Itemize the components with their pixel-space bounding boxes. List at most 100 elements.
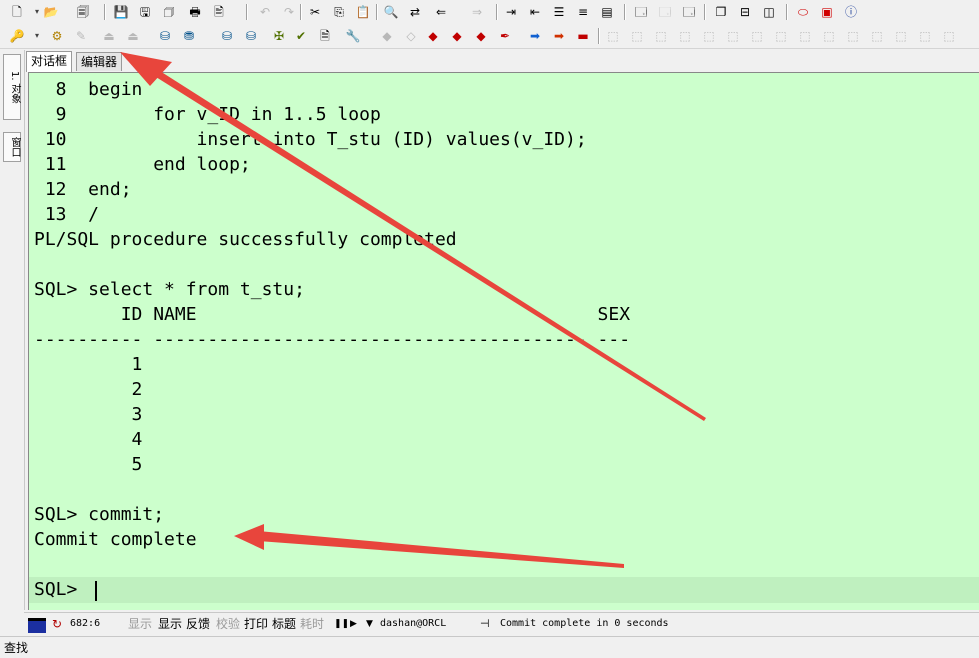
play-icon[interactable]: ▶ (350, 615, 357, 633)
pause-icon[interactable]: ❚❚ (334, 615, 349, 633)
nav-icon[interactable]: ⬚ (604, 27, 622, 45)
tile-icon[interactable]: ⊟ (736, 3, 754, 21)
window-icon[interactable]: 🗔 (632, 3, 650, 21)
indent-icon[interactable]: ⇥ (502, 3, 520, 21)
run-icon[interactable]: ⏏ (100, 27, 118, 45)
multi-icon[interactable]: ◆ (448, 27, 466, 45)
print-preview-icon[interactable]: 🖹 (210, 3, 228, 21)
cut-icon[interactable]: ✂ (306, 3, 324, 21)
eraser-icon[interactable]: ◆ (378, 27, 396, 45)
nav2-icon[interactable]: ⬚ (628, 27, 646, 45)
pin-icon[interactable]: ✎ (72, 27, 90, 45)
status-message: Commit complete in 0 seconds (500, 618, 669, 629)
nav7-icon[interactable]: ⬚ (748, 27, 766, 45)
terminal-line: 5 (34, 454, 143, 475)
find-icon[interactable]: 🔍 (382, 3, 400, 21)
uncomment-icon[interactable]: ≡ (574, 3, 592, 21)
doc-icon[interactable]: 🗎 (316, 27, 334, 45)
terminal-line: 1 (34, 354, 143, 375)
brush2-icon[interactable]: ✒ (496, 27, 514, 45)
main-toolbar: 🗋 ▾ 📂 🗐 💾 🖫 🗇 🖶 🖹 ↶ ↷ ✂ ⎘ 📋 🔍 ⇄ ⇐ ⇒ ⇥ ⇤ … (0, 0, 979, 25)
nav6-icon[interactable]: ⬚ (724, 27, 742, 45)
nav11-icon[interactable]: ⬚ (844, 27, 862, 45)
redo-icon[interactable]: ↷ (280, 3, 298, 21)
cascade-icon[interactable]: ❐ (712, 3, 730, 21)
red-box-icon[interactable]: ◆ (424, 27, 442, 45)
save-icon[interactable]: 💾 (112, 3, 130, 21)
gear-icon[interactable]: ⚙ (48, 27, 66, 45)
nav3-icon[interactable]: ⬚ (652, 27, 670, 45)
terminal-line: PL/SQL procedure successfully completed (34, 229, 457, 250)
nav8-icon[interactable]: ⬚ (772, 27, 790, 45)
nav13-icon[interactable]: ⬚ (892, 27, 910, 45)
status-bar: ↻ 682:6 显示 显示 反馈 校验 打印 标题 耗时 ❚❚ ▶ ▼ dash… (24, 612, 979, 635)
wrench-icon[interactable]: 🔧 (344, 27, 362, 45)
show-dim-toggle[interactable]: 显示 (128, 615, 152, 633)
columns-icon[interactable]: ◫ (760, 3, 778, 21)
nav10-icon[interactable]: ⬚ (820, 27, 838, 45)
sql-prompt-line[interactable]: SQL> (34, 577, 88, 602)
new-icon[interactable]: 🗋 (8, 3, 26, 21)
export-icon[interactable]: ⇒ (468, 3, 486, 21)
tab-editor[interactable]: 编辑器 (76, 52, 123, 71)
db-stop-icon[interactable]: ⛁ (242, 27, 260, 45)
window2-icon[interactable]: 🗔 (656, 3, 674, 21)
key-dropdown-icon[interactable]: ▾ (28, 27, 46, 45)
sql-output-terminal[interactable]: 8 begin 9 for v_ID in 1..5 loop 10 inser… (28, 72, 979, 610)
outdent-icon[interactable]: ⇤ (526, 3, 544, 21)
right-arrow-red-icon[interactable]: ➡ (550, 27, 568, 45)
nav4-icon[interactable]: ⬚ (676, 27, 694, 45)
title-toggle[interactable]: 标题 (272, 615, 296, 633)
current-line-highlight (29, 577, 979, 603)
key-icon[interactable]: 🔑 (8, 27, 26, 45)
nav5-icon[interactable]: ⬚ (700, 27, 718, 45)
window3-icon[interactable]: 🗔 (680, 3, 698, 21)
nav14-icon[interactable]: ⬚ (916, 27, 934, 45)
clear-icon[interactable]: ◇ (402, 27, 420, 45)
save-all-icon[interactable]: 🗇 (160, 3, 178, 21)
refresh-icon[interactable]: ↻ (52, 615, 62, 633)
bookmark-icon[interactable]: ▤ (598, 3, 616, 21)
import-icon[interactable]: ⇐ (432, 3, 450, 21)
print-icon[interactable]: 🖶 (186, 3, 204, 21)
terminal-line: 12 end; (34, 179, 132, 200)
connection-name[interactable]: dashan@ORCL (380, 615, 446, 633)
pdf-icon[interactable]: ▣ (818, 3, 836, 21)
brush-icon[interactable]: ◆ (472, 27, 490, 45)
terminal-line: ID NAME SEX (34, 304, 631, 325)
find-bar: 查找 (0, 636, 979, 658)
nav15-icon[interactable]: ⬚ (940, 27, 958, 45)
show-toggle[interactable]: 显示 (158, 615, 182, 633)
window-side-tab[interactable]: 窗口 (3, 132, 21, 162)
replace-icon[interactable]: ⇄ (406, 3, 424, 21)
tab-dialog[interactable]: 对话框 (26, 51, 73, 72)
timing-toggle[interactable]: 耗时 (300, 615, 324, 633)
text-cursor (95, 581, 97, 601)
secondary-toolbar: 🔑 ▾ ⚙ ✎ ⏏ ⏏ ⛁ ⛃ ⛁ ⛁ ✠ ✔ 🗎 🔧 ◆ ◇ ◆ ◆ ◆ ✒ … (0, 24, 979, 49)
db-run-icon[interactable]: ⛁ (218, 27, 236, 45)
tools-icon[interactable]: ✠ (270, 27, 288, 45)
feedback-toggle[interactable]: 反馈 (186, 615, 210, 633)
paste-icon[interactable]: 📋 (354, 3, 372, 21)
form-icon[interactable]: ✔ (292, 27, 310, 45)
connection-dropdown-icon[interactable]: ▼ (366, 615, 373, 633)
objects-side-tab[interactable]: 1. 对象 (3, 54, 21, 120)
nav12-icon[interactable]: ⬚ (868, 27, 886, 45)
psql-icon[interactable]: ⛃ (180, 27, 198, 45)
save-as-icon[interactable]: 🖫 (136, 3, 154, 21)
run2-icon[interactable]: ⏏ (124, 27, 142, 45)
oracle-icon[interactable]: ⬭ (794, 3, 812, 21)
stop-icon[interactable]: ▬ (574, 27, 592, 45)
undo-icon[interactable]: ↶ (256, 3, 274, 21)
comment-icon[interactable]: ☰ (550, 3, 568, 21)
open-icon[interactable]: 📂 (42, 3, 60, 21)
find-label[interactable]: 查找 (4, 639, 28, 656)
info-icon[interactable]: ⓘ (842, 3, 860, 21)
print-toggle[interactable]: 打印 (244, 615, 268, 633)
db-icon[interactable]: ⛁ (156, 27, 174, 45)
verify-toggle[interactable]: 校验 (216, 615, 240, 633)
right-arrow-blue-icon[interactable]: ➡ (526, 27, 544, 45)
print-setup-icon[interactable]: 🗐 (74, 3, 92, 21)
nav9-icon[interactable]: ⬚ (796, 27, 814, 45)
copy-icon[interactable]: ⎘ (330, 3, 348, 21)
